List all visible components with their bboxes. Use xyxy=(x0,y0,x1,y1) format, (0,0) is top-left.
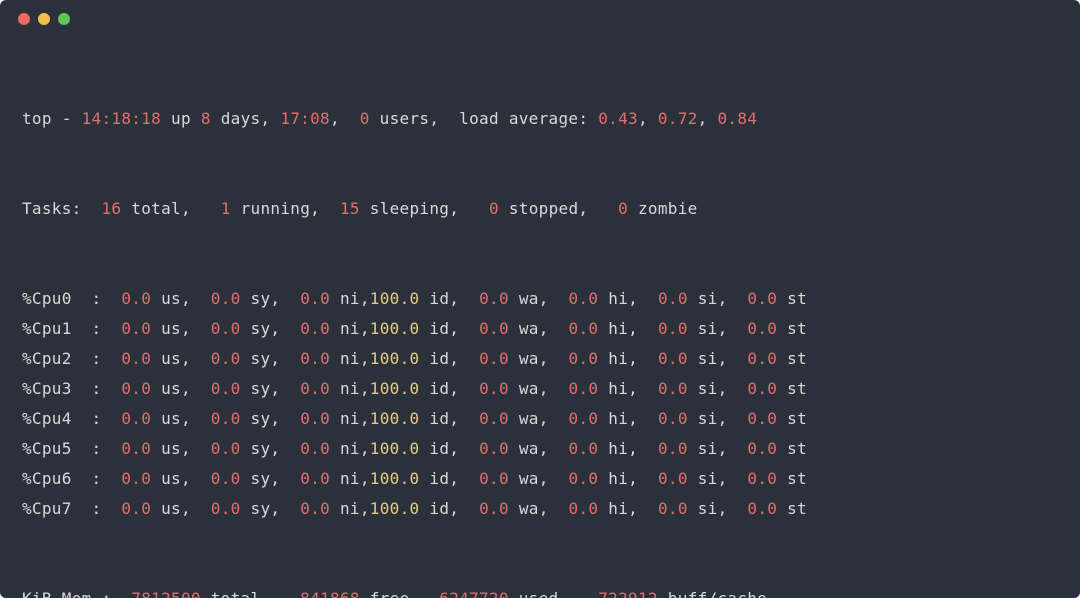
terminal-output: top - 14:18:18 up 8 days, 17:08, 0 users… xyxy=(0,38,1080,598)
top-label: top - xyxy=(22,109,72,128)
minimize-icon[interactable] xyxy=(38,13,50,25)
tasks-line: Tasks: 16 total, 1 running, 15 sleeping,… xyxy=(22,194,1058,224)
uptime-days: 8 xyxy=(201,109,211,128)
users-count: 0 xyxy=(360,109,370,128)
close-icon[interactable] xyxy=(18,13,30,25)
cpu-line: %Cpu5 : 0.0 us, 0.0 sy, 0.0 ni,100.0 id,… xyxy=(22,434,1058,464)
cpu-line: %Cpu2 : 0.0 us, 0.0 sy, 0.0 ni,100.0 id,… xyxy=(22,344,1058,374)
load-average-label: load average: xyxy=(459,109,588,128)
uptime-hm: 17:08 xyxy=(280,109,330,128)
top-time: 14:18:18 xyxy=(82,109,161,128)
cpu-name: %Cpu4 : xyxy=(22,409,101,428)
load-1: 0.43 xyxy=(598,109,638,128)
cpu-name: %Cpu1 : xyxy=(22,319,101,338)
cpu-name: %Cpu2 : xyxy=(22,349,101,368)
cpu-line: %Cpu0 : 0.0 us, 0.0 sy, 0.0 ni,100.0 id,… xyxy=(22,284,1058,314)
window-titlebar xyxy=(0,0,1080,38)
cpu-name: %Cpu7 : xyxy=(22,499,101,518)
zoom-icon[interactable] xyxy=(58,13,70,25)
cpu-line: %Cpu4 : 0.0 us, 0.0 sy, 0.0 ni,100.0 id,… xyxy=(22,404,1058,434)
cpu-line: %Cpu1 : 0.0 us, 0.0 sy, 0.0 ni,100.0 id,… xyxy=(22,314,1058,344)
cpu-name: %Cpu5 : xyxy=(22,439,101,458)
cpu-line: %Cpu3 : 0.0 us, 0.0 sy, 0.0 ni,100.0 id,… xyxy=(22,374,1058,404)
cpu-line: %Cpu7 : 0.0 us, 0.0 sy, 0.0 ni,100.0 id,… xyxy=(22,494,1058,524)
terminal-window: top - 14:18:18 up 8 days, 17:08, 0 users… xyxy=(0,0,1080,598)
cpu-line: %Cpu6 : 0.0 us, 0.0 sy, 0.0 ni,100.0 id,… xyxy=(22,464,1058,494)
cpu-name: %Cpu6 : xyxy=(22,469,101,488)
top-summary-line: top - 14:18:18 up 8 days, 17:08, 0 users… xyxy=(22,104,1058,134)
load-15: 0.84 xyxy=(717,109,757,128)
cpu-name: %Cpu3 : xyxy=(22,379,101,398)
load-5: 0.72 xyxy=(658,109,698,128)
mem-line: KiB Mem : 7812500 total, 841868 free, 62… xyxy=(22,584,1058,598)
cpu-name: %Cpu0 : xyxy=(22,289,101,308)
